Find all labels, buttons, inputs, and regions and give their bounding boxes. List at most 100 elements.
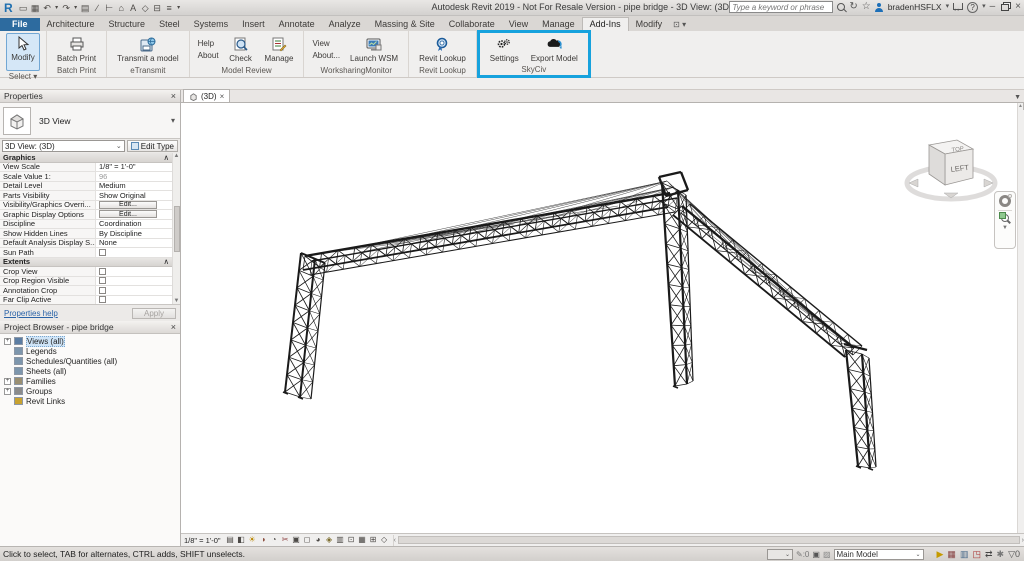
scroll-up-icon[interactable]: ▲ xyxy=(174,153,180,159)
checkbox[interactable] xyxy=(99,248,106,256)
ribbon-tab-modify[interactable]: Modify xyxy=(629,18,670,31)
tree-item-schedules-quantities-all-[interactable]: Schedules/Quantities (all) xyxy=(3,356,180,366)
viewcube[interactable]: TOP LEFT xyxy=(896,131,1006,211)
app-store-icon[interactable] xyxy=(953,2,964,14)
property-value[interactable]: Show Original xyxy=(96,191,180,200)
view-selector-dropdown[interactable]: 3D View: (3D) ⌄ xyxy=(2,140,125,152)
about-button[interactable]: About xyxy=(198,51,219,60)
text-icon[interactable]: A xyxy=(128,1,139,15)
lock-3d-icon[interactable]: ◻ xyxy=(302,534,313,546)
help-button[interactable]: Help xyxy=(198,39,219,48)
section-icon[interactable]: ⊟ xyxy=(152,1,163,15)
scroll-down-icon[interactable]: ▼ xyxy=(174,298,180,304)
project-browser-header[interactable]: Project Browser - pipe bridge × xyxy=(0,321,180,334)
sync-icon[interactable]: ↻ xyxy=(849,1,857,13)
property-value[interactable] xyxy=(96,296,180,305)
scroll-left-icon[interactable]: ‹ xyxy=(394,537,396,544)
property-value[interactable]: Edit... xyxy=(96,200,180,210)
tree-item-label[interactable]: Groups xyxy=(26,387,52,396)
active-workset-icon[interactable]: ▨ xyxy=(823,550,831,559)
property-value[interactable]: Medium xyxy=(96,182,180,191)
tag-icon[interactable]: ⌂ xyxy=(116,1,127,15)
ribbon-display-toggle[interactable]: ⊡ ▾ xyxy=(673,20,686,31)
tree-item-label[interactable]: Revit Links xyxy=(26,397,65,406)
expand-icon[interactable]: + xyxy=(4,387,11,395)
open-icon[interactable]: ▭ xyxy=(18,1,29,15)
revit-logo[interactable]: R xyxy=(4,1,13,15)
tree-item-label[interactable]: Sheets (all) xyxy=(26,367,66,376)
ribbon-tab-file[interactable]: File xyxy=(0,18,40,31)
property-value[interactable] xyxy=(96,267,180,276)
model-canvas[interactable]: TOP LEFT ▼ ▲ xyxy=(181,102,1024,533)
navbar-caret-icon[interactable]: ▼ xyxy=(1002,225,1008,231)
redo-caret-icon[interactable]: ▾ xyxy=(73,1,79,15)
type-selector-caret-icon[interactable]: ▾ xyxy=(171,116,177,125)
username-label[interactable]: bradenHSFLX xyxy=(888,2,942,12)
pinned-select-icon[interactable]: ⇄ xyxy=(985,549,993,560)
skyciv-export-model-button[interactable]: Export Model xyxy=(527,35,582,64)
scroll-thumb[interactable] xyxy=(173,205,180,252)
detail-level-icon[interactable]: ▤ xyxy=(225,534,236,546)
tree-item-revit-links[interactable]: Revit Links xyxy=(3,396,180,406)
navigation-bar[interactable]: ▼ xyxy=(994,191,1016,249)
worksets-dialog-icon[interactable]: ▣ xyxy=(812,550,820,559)
view-tab-list-caret-icon[interactable]: ▼ xyxy=(1014,94,1021,101)
section-collapse-icon[interactable]: ∧ xyxy=(164,257,170,266)
expand-icon[interactable]: + xyxy=(4,337,11,345)
drag-on-selection-icon[interactable]: ✱ xyxy=(997,549,1005,560)
tree-item-families[interactable]: + Families xyxy=(3,376,180,386)
tree-item-label[interactable]: Legends xyxy=(26,347,57,356)
property-section-header[interactable]: Graphics ∧ xyxy=(0,153,180,163)
links-select-icon[interactable]: ▥ xyxy=(960,549,969,560)
filter-icon[interactable]: ▽0 xyxy=(1008,549,1020,560)
help-caret-icon[interactable]: ▾ xyxy=(982,1,986,13)
type-selector[interactable]: 3D View ▾ xyxy=(0,103,180,139)
highlight-sets-icon[interactable]: ▦ xyxy=(357,534,368,546)
ribbon-tab-systems[interactable]: Systems xyxy=(187,18,236,31)
thin-lines-icon[interactable]: ≡ xyxy=(164,1,175,15)
property-value[interactable]: By Discipline xyxy=(96,229,180,238)
project-browser-close-icon[interactable]: × xyxy=(171,322,176,332)
launch-wsm-button[interactable]: Launch WSM xyxy=(346,35,402,64)
edit-type-button[interactable]: Edit Type xyxy=(126,140,178,152)
save-icon[interactable]: ▦ xyxy=(30,1,41,15)
temporary-hide-isolate-icon[interactable]: ◕ xyxy=(313,534,324,546)
editable-only-icon[interactable]: ▦ xyxy=(947,549,956,560)
search-icon[interactable] xyxy=(837,3,846,11)
view-scale-control[interactable]: 1/8" = 1'-0" xyxy=(184,536,221,545)
search-input[interactable] xyxy=(729,1,834,13)
scroll-thumb[interactable] xyxy=(397,536,1020,544)
aligned-dimension-icon[interactable]: ⊢ xyxy=(104,1,115,15)
checkbox[interactable] xyxy=(99,286,106,294)
transmit-model-button[interactable]: Transmit a model xyxy=(113,35,183,64)
edit-button[interactable]: Edit... xyxy=(99,210,157,219)
visual-style-icon[interactable]: ◧ xyxy=(236,534,247,546)
property-value[interactable]: 96 xyxy=(96,172,180,181)
minimize-button[interactable]: – xyxy=(990,1,996,13)
checkbox[interactable] xyxy=(99,277,106,285)
property-value[interactable]: Coordination xyxy=(96,220,180,229)
design-option-dropdown[interactable]: ⌄ xyxy=(767,548,793,560)
ribbon-tab-architecture[interactable]: Architecture xyxy=(40,18,102,31)
constraints-icon[interactable]: ◇ xyxy=(379,534,390,546)
vertical-scrollbar[interactable]: ▲ xyxy=(1017,102,1024,533)
sun-path-icon[interactable]: ☀ xyxy=(247,534,258,546)
favorites-star-icon[interactable]: ☆ xyxy=(862,1,871,13)
sun-settings-icon[interactable]: ◔ xyxy=(269,534,280,546)
ribbon-tab-insert[interactable]: Insert xyxy=(235,18,272,31)
apply-button[interactable]: Apply xyxy=(132,307,176,319)
tree-item-sheets-all-[interactable]: Sheets (all) xyxy=(3,366,180,376)
property-value[interactable] xyxy=(96,286,180,295)
batch-print-button[interactable]: Batch Print xyxy=(53,35,100,64)
default-3d-view-icon[interactable]: ◇ xyxy=(140,1,151,15)
workset-caret-icon[interactable]: ⌄ xyxy=(915,551,920,558)
account-caret-icon[interactable]: ▾ xyxy=(946,1,950,13)
qat-customize-icon[interactable]: ▾ xyxy=(176,1,182,15)
analytical-model-icon[interactable]: ⊡ xyxy=(346,534,357,546)
panel-label-select[interactable]: Select ▾ xyxy=(0,71,46,83)
account-icon[interactable] xyxy=(874,2,884,12)
tree-item-legends[interactable]: Legends xyxy=(3,346,180,356)
measure-icon[interactable]: ∕ xyxy=(92,1,103,15)
ribbon-tab-steel[interactable]: Steel xyxy=(152,18,187,31)
close-button[interactable]: × xyxy=(1015,1,1021,13)
